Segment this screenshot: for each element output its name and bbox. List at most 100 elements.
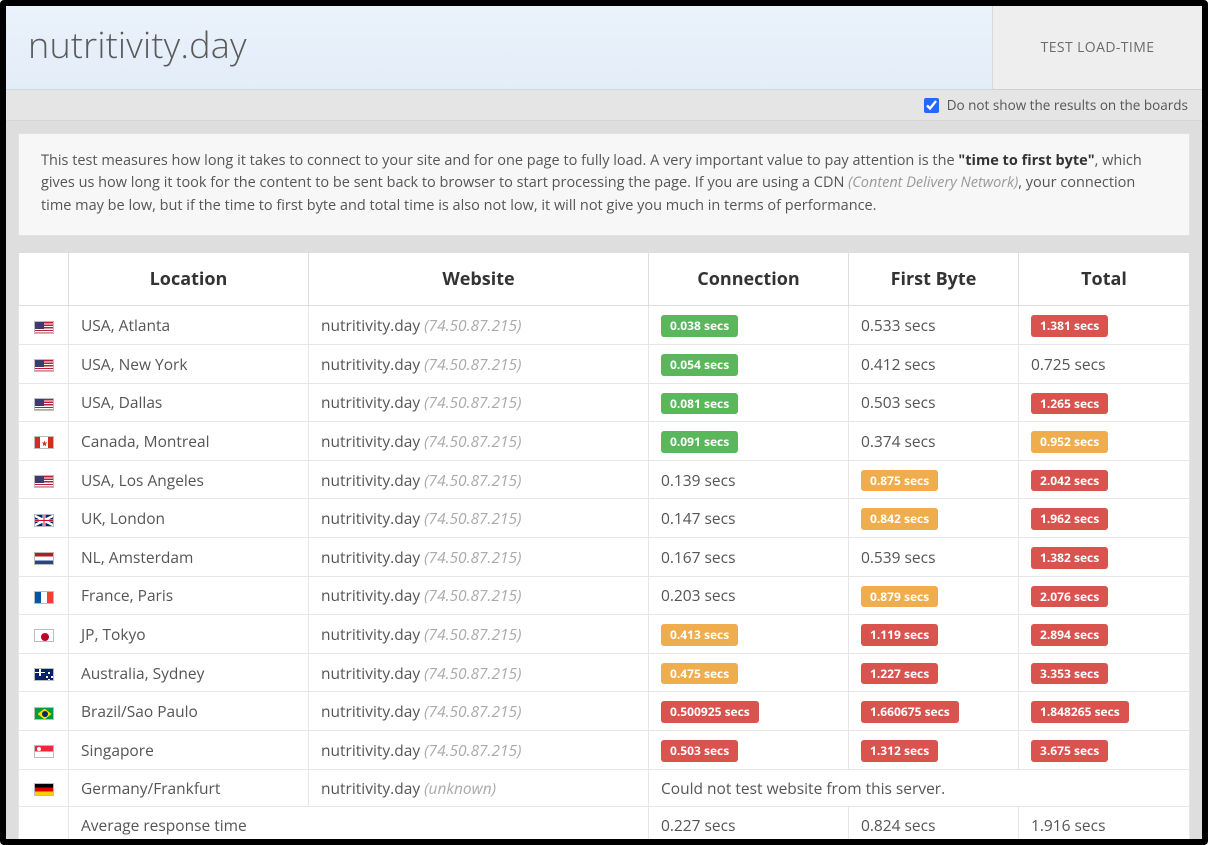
metric-badge: 0.500925 secs xyxy=(661,701,759,723)
metric-badge: 1.660675 secs xyxy=(861,701,959,723)
test-loadtime-button[interactable]: TEST LOAD-TIME xyxy=(992,6,1202,90)
cell-website: nutritivity.day (74.50.87.215) xyxy=(309,383,649,422)
flag-us-icon xyxy=(34,359,54,372)
cell-connection: 0.475 secs xyxy=(649,653,849,692)
cell-location: USA, Atlanta xyxy=(69,306,309,345)
flag-jp-icon xyxy=(34,629,54,642)
cell-website: nutritivity.day (74.50.87.215) xyxy=(309,306,649,345)
col-connection[interactable]: Connection xyxy=(649,253,849,306)
col-firstbyte[interactable]: First Byte xyxy=(849,253,1019,306)
cell-website: nutritivity.day (74.50.87.215) xyxy=(309,692,649,731)
col-website[interactable]: Website xyxy=(309,253,649,306)
cell-connection: 0.038 secs xyxy=(649,306,849,345)
flag-de-icon xyxy=(34,783,54,796)
cell-connection: 0.167 secs xyxy=(649,537,849,576)
cell-connection: 0.147 secs xyxy=(649,499,849,538)
cell-website: nutritivity.day (74.50.87.215) xyxy=(309,653,649,692)
cell-firstbyte: 0.842 secs xyxy=(849,499,1019,538)
cell-connection: 0.139 secs xyxy=(649,460,849,499)
metric-value: 0.167 secs xyxy=(661,546,735,568)
col-total[interactable]: Total xyxy=(1019,253,1190,306)
cell-location: USA, Los Angeles xyxy=(69,460,309,499)
metric-badge: 0.091 secs xyxy=(661,431,738,453)
table-row: JP, Tokyonutritivity.day (74.50.87.215)0… xyxy=(19,615,1190,654)
table-row-average: Average response time0.227 secs0.824 sec… xyxy=(19,806,1190,843)
cell-avg-total: 1.916 secs xyxy=(1019,806,1190,843)
flag-uk-icon xyxy=(34,514,54,527)
cell-avg-conn: 0.227 secs xyxy=(649,806,849,843)
flag-au-icon xyxy=(34,668,54,681)
cell-avg-fb: 0.824 secs xyxy=(849,806,1019,843)
metric-badge: 3.675 secs xyxy=(1031,740,1108,762)
cell-connection: 0.203 secs xyxy=(649,576,849,615)
cell-website: nutritivity.day (74.50.87.215) xyxy=(309,537,649,576)
metric-value: 0.147 secs xyxy=(661,507,735,529)
cell-website: nutritivity.day (74.50.87.215) xyxy=(309,345,649,384)
metric-badge: 1.312 secs xyxy=(861,740,938,762)
cell-connection: 0.503 secs xyxy=(649,730,849,769)
flag-br-icon xyxy=(34,707,54,720)
metric-badge: 2.042 secs xyxy=(1031,470,1108,492)
cell-website: nutritivity.day (unknown) xyxy=(309,769,649,806)
cell-website: nutritivity.day (74.50.87.215) xyxy=(309,422,649,461)
cell-website: nutritivity.day (74.50.87.215) xyxy=(309,499,649,538)
cell-total: 0.725 secs xyxy=(1019,345,1190,384)
metric-value: 0.503 secs xyxy=(861,391,935,413)
hide-results-checkbox[interactable] xyxy=(924,98,939,113)
cell-total: 3.353 secs xyxy=(1019,653,1190,692)
metric-value: 0.412 secs xyxy=(861,353,935,375)
metric-value: 0.139 secs xyxy=(661,469,735,491)
table-row: Canada, Montrealnutritivity.day (74.50.8… xyxy=(19,422,1190,461)
page-title: nutritivity.day xyxy=(28,20,970,69)
cell-total: 3.675 secs xyxy=(1019,730,1190,769)
cell-location: NL, Amsterdam xyxy=(69,537,309,576)
metric-badge: 1.962 secs xyxy=(1031,508,1108,530)
flag-fr-icon xyxy=(34,591,54,604)
table-row: Brazil/Sao Paulonutritivity.day (74.50.8… xyxy=(19,692,1190,731)
cell-firstbyte: 0.875 secs xyxy=(849,460,1019,499)
flag-nl-icon xyxy=(34,552,54,565)
flag-us-icon xyxy=(34,321,54,334)
cell-firstbyte: 0.503 secs xyxy=(849,383,1019,422)
hide-results-label: Do not show the results on the boards xyxy=(947,96,1188,114)
table-row: Australia, Sydneynutritivity.day (74.50.… xyxy=(19,653,1190,692)
cell-location: USA, Dallas xyxy=(69,383,309,422)
cell-total: 2.076 secs xyxy=(1019,576,1190,615)
cell-total: 1.265 secs xyxy=(1019,383,1190,422)
cell-firstbyte: 0.374 secs xyxy=(849,422,1019,461)
table-row: USA, New Yorknutritivity.day (74.50.87.2… xyxy=(19,345,1190,384)
flag-us-icon xyxy=(34,398,54,411)
metric-badge: 1.265 secs xyxy=(1031,393,1108,415)
table-row: USA, Atlantanutritivity.day (74.50.87.21… xyxy=(19,306,1190,345)
cell-total: 2.894 secs xyxy=(1019,615,1190,654)
description-box: This test measures how long it takes to … xyxy=(18,133,1190,236)
metric-badge: 1.382 secs xyxy=(1031,547,1108,569)
col-location[interactable]: Location xyxy=(69,253,309,306)
cell-firstbyte: 1.227 secs xyxy=(849,653,1019,692)
metric-value: 0.203 secs xyxy=(661,584,735,606)
metric-value: 0.374 secs xyxy=(861,430,935,452)
metric-badge: 2.894 secs xyxy=(1031,624,1108,646)
cell-location: JP, Tokyo xyxy=(69,615,309,654)
cell-total: 0.952 secs xyxy=(1019,422,1190,461)
cell-firstbyte: 0.539 secs xyxy=(849,537,1019,576)
cell-firstbyte: 1.119 secs xyxy=(849,615,1019,654)
cell-error: Could not test website from this server. xyxy=(649,769,1190,806)
cell-total: 2.042 secs xyxy=(1019,460,1190,499)
cell-website: nutritivity.day (74.50.87.215) xyxy=(309,730,649,769)
cell-location: Australia, Sydney xyxy=(69,653,309,692)
cell-firstbyte: 0.412 secs xyxy=(849,345,1019,384)
metric-badge: 0.875 secs xyxy=(861,470,938,492)
metric-badge: 0.475 secs xyxy=(661,663,738,685)
cell-avg-label: Average response time xyxy=(69,806,649,843)
metric-badge: 1.119 secs xyxy=(861,624,938,646)
options-row: Do not show the results on the boards xyxy=(6,90,1202,121)
table-row: USA, Los Angelesnutritivity.day (74.50.8… xyxy=(19,460,1190,499)
cell-location: UK, London xyxy=(69,499,309,538)
results-table: Location Website Connection First Byte T… xyxy=(18,252,1190,845)
flag-us-icon xyxy=(34,475,54,488)
desc-text: This test measures how long it takes to … xyxy=(41,151,958,170)
cell-website: nutritivity.day (74.50.87.215) xyxy=(309,576,649,615)
cell-website: nutritivity.day (74.50.87.215) xyxy=(309,460,649,499)
metric-badge: 1.848265 secs xyxy=(1031,701,1129,723)
